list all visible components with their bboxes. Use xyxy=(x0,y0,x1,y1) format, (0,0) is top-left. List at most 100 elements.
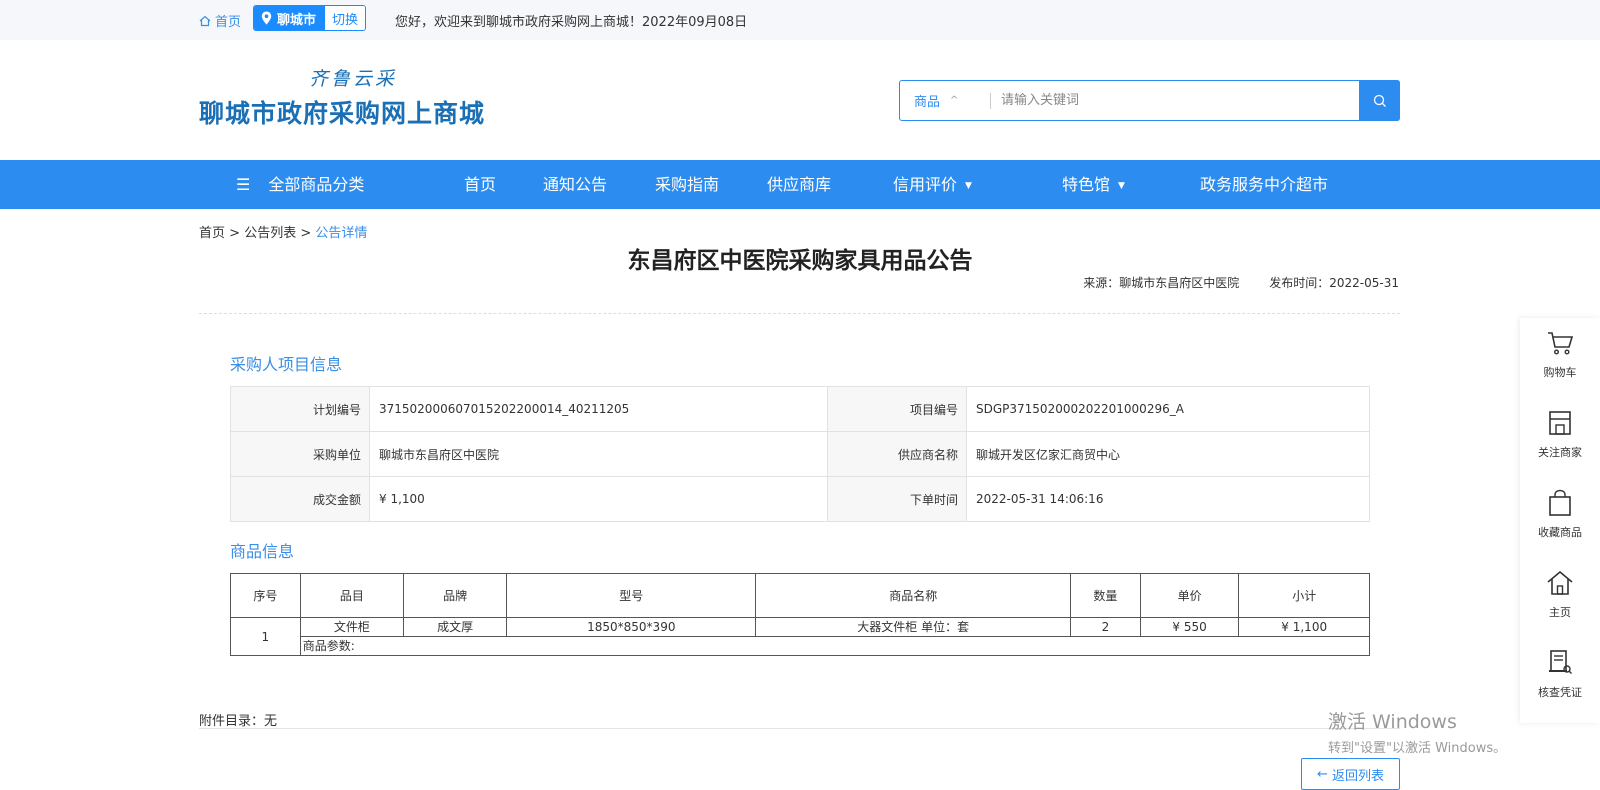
cell-brand: 成文厚 xyxy=(402,617,508,637)
table-row: 商品参数: xyxy=(231,636,1371,656)
order-time-label: 下单时间 xyxy=(827,476,967,522)
breadcrumb-home[interactable]: 首页 xyxy=(199,226,225,241)
cell-unit-price: ¥ 550 xyxy=(1139,617,1240,637)
search-category-dropdown[interactable]: 商品 ^ xyxy=(900,81,990,120)
city-label: 聊城市 xyxy=(277,12,317,28)
sidebar-verify-label: 核查凭证 xyxy=(1538,686,1582,699)
nav-notices[interactable]: 通知公告 xyxy=(543,160,607,209)
caret-down-icon: ▼ xyxy=(965,181,972,191)
breadcrumb: 首页 > 公告列表 > 公告详情 xyxy=(199,222,367,241)
sidebar-home-label: 主页 xyxy=(1549,606,1571,619)
breadcrumb-current: 公告详情 xyxy=(315,226,368,241)
cell-model: 1850*850*390 xyxy=(506,617,757,637)
buyer-info-table: 计划编号 371502000607015202200014_40211205 项… xyxy=(230,386,1370,522)
sidebar-item-favorites[interactable]: 收藏商品 xyxy=(1520,488,1600,540)
nav-purchase-guide[interactable]: 采购指南 xyxy=(655,160,719,209)
city-selector[interactable]: 聊城市 切换 xyxy=(253,5,367,31)
nav-credit-rating-label: 信用评价 xyxy=(893,175,958,194)
sidebar-item-verify-voucher[interactable]: 核查凭证 xyxy=(1520,648,1600,700)
deal-amount-label: 成交金额 xyxy=(230,476,370,522)
supplier-name-label: 供应商名称 xyxy=(827,431,967,477)
table-row: 计划编号 371502000607015202200014_40211205 项… xyxy=(230,386,1370,432)
nav-supplier-library[interactable]: 供应商库 xyxy=(767,160,831,209)
top-home-label: 首页 xyxy=(215,15,242,30)
col-model: 型号 xyxy=(506,573,757,618)
attachments-divider xyxy=(199,728,1400,729)
buyer-unit-label: 采购单位 xyxy=(230,431,370,477)
site-logo[interactable]: 聊城市政府采购网上商城 xyxy=(199,94,485,130)
current-city[interactable]: 聊城市 xyxy=(254,6,326,30)
project-number-value: SDGP371502000202201000296_A xyxy=(966,386,1370,432)
sidebar-item-followed-shops[interactable]: 关注商家 xyxy=(1520,408,1600,460)
top-bar: 首页 聊城市 切换 您好，欢迎来到聊城市政府采购网上商城！2022年09月08日 xyxy=(0,0,1600,40)
sidebar-followed-shops-label: 关注商家 xyxy=(1538,446,1582,459)
cell-index: 1 xyxy=(230,617,301,656)
nav-home[interactable]: 首页 xyxy=(464,160,496,209)
buyer-unit-value: 聊城市东昌府区中医院 xyxy=(369,431,828,477)
plan-number-label: 计划编号 xyxy=(230,386,370,432)
page-title: 东昌府区中医院采购家具用品公告 xyxy=(627,248,973,274)
sidebar-item-home[interactable]: 主页 xyxy=(1520,568,1600,620)
location-pin-icon xyxy=(261,11,272,25)
home-icon xyxy=(199,15,211,26)
cell-product-params: 商品参数: xyxy=(299,636,1371,656)
bag-icon xyxy=(1549,489,1571,516)
nav-featured-hall[interactable]: 特色馆 ▼ xyxy=(1062,160,1125,209)
breadcrumb-separator: > xyxy=(229,226,241,241)
sidebar-cart-label: 购物车 xyxy=(1543,366,1577,379)
col-unit-price: 单价 xyxy=(1139,573,1240,618)
cell-product-name: 大器文件柜 单位：套 xyxy=(755,617,1072,637)
col-brand: 品牌 xyxy=(402,573,508,618)
main-nav: ☰ 全部商品分类 首页 通知公告 采购指南 供应商库 信用评价 ▼ 特色馆 ▼ 政务服… xyxy=(0,160,1600,209)
caret-down-icon: ▼ xyxy=(1118,181,1125,191)
nav-all-categories-label: 全部商品分类 xyxy=(268,175,365,194)
search-category-label: 商品 xyxy=(914,95,941,110)
shop-icon xyxy=(1549,411,1571,435)
table-row: 成交金额 ¥ 1,100 下单时间 2022-05-31 14:06:16 xyxy=(230,476,1370,522)
cell-subtotal: ¥ 1,100 xyxy=(1238,617,1370,637)
supplier-name-value: 聊城开发区亿家汇商贸中心 xyxy=(966,431,1370,477)
col-product-name: 商品名称 xyxy=(755,573,1072,618)
cart-icon xyxy=(1548,332,1574,355)
col-subtotal: 小计 xyxy=(1238,573,1370,618)
buyer-section-title: 采购人项目信息 xyxy=(230,355,343,374)
back-to-list-button[interactable]: ← 返回列表 xyxy=(1301,758,1400,790)
verify-icon xyxy=(1549,650,1572,674)
col-quantity: 数量 xyxy=(1070,573,1141,618)
notice-publish-time: 发布时间：2022-05-31 xyxy=(1269,276,1399,290)
chevron-up-icon: ^ xyxy=(950,95,959,106)
arrow-left-icon: ← xyxy=(1317,766,1328,782)
order-time-value: 2022-05-31 14:06:16 xyxy=(966,476,1370,522)
right-sidebar: 购物车 关注商家 收藏商品 主页 核查凭证 xyxy=(1520,318,1600,723)
goods-header-row: 序号 品目 品牌 型号 商品名称 数量 单价 小计 xyxy=(230,573,1370,618)
welcome-text: 您好，欢迎来到聊城市政府采购网上商城！2022年09月08日 xyxy=(395,15,748,30)
nav-credit-rating[interactable]: 信用评价 ▼ xyxy=(893,160,972,209)
sidebar-favorites-label: 收藏商品 xyxy=(1538,526,1582,539)
nav-all-categories[interactable]: ☰ 全部商品分类 xyxy=(236,160,364,209)
switch-city-button[interactable]: 切换 xyxy=(325,6,366,30)
search-button[interactable] xyxy=(1359,80,1400,121)
nav-featured-hall-label: 特色馆 xyxy=(1062,175,1111,194)
deal-amount-value: ¥ 1,100 xyxy=(369,476,828,522)
windows-activation-hint: 转到"设置"以激活 Windows。 xyxy=(1328,741,1507,756)
goods-section-title: 商品信息 xyxy=(230,542,295,561)
notice-meta: 来源：聊城市东昌府区中医院 发布时间：2022-05-31 xyxy=(1083,274,1399,291)
table-row: 1 文件柜 成文厚 1850*850*390 大器文件柜 单位：套 2 ¥ 55… xyxy=(230,617,1370,656)
cell-category: 文件柜 xyxy=(299,617,404,637)
title-divider xyxy=(199,313,1400,314)
attachments-label: 附件目录：无 xyxy=(199,714,278,729)
search-icon xyxy=(1373,94,1386,107)
breadcrumb-list[interactable]: 公告列表 xyxy=(244,226,296,241)
back-to-list-label: 返回列表 xyxy=(1331,768,1384,784)
cell-quantity: 2 xyxy=(1070,617,1141,637)
notice-source: 来源：聊城市东昌府区中医院 xyxy=(1083,276,1240,290)
plan-number-value: 371502000607015202200014_40211205 xyxy=(369,386,828,432)
search-input[interactable] xyxy=(991,81,1359,120)
project-number-label: 项目编号 xyxy=(827,386,967,432)
logo-slogan: 齐鲁云采 xyxy=(309,68,398,90)
sidebar-item-cart[interactable]: 购物车 xyxy=(1520,328,1600,380)
goods-table: 序号 品目 品牌 型号 商品名称 数量 单价 小计 1 文件柜 成文厚 1850… xyxy=(230,573,1371,656)
home-icon xyxy=(1547,570,1573,595)
top-home-link[interactable]: 首页 xyxy=(199,11,241,30)
nav-agency-market[interactable]: 政务服务中介超市 xyxy=(1200,160,1328,209)
